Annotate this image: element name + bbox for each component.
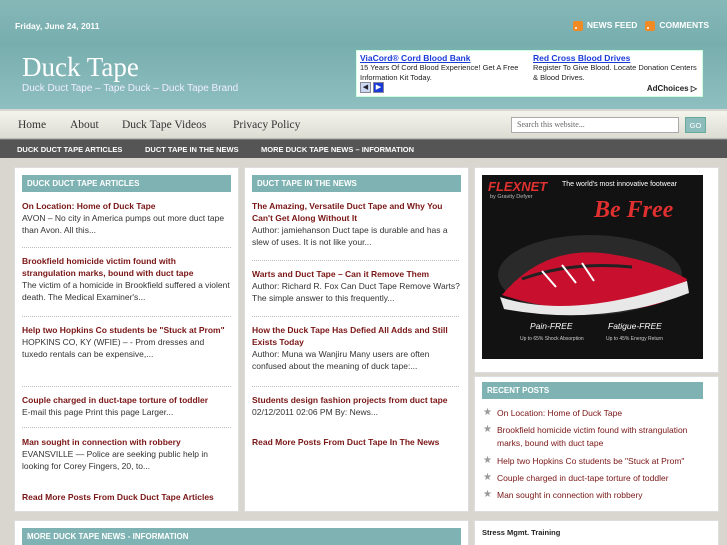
divider [22, 247, 231, 248]
divider [22, 386, 231, 387]
shoe-ad-be-free: Be Free [594, 197, 674, 223]
more-news-heading: MORE DUCK TAPE NEWS - INFORMATION [22, 528, 461, 545]
recent-post-item[interactable]: ★ Help two Hopkins Co students be "Stuck … [483, 455, 705, 468]
article-item: Couple charged in duct-tape torture of t… [22, 394, 232, 418]
article-excerpt: HOPKINS CO, KY (WFIE) – - Prom dresses a… [22, 337, 205, 359]
ad-unit: ViaCord® Cord Blood Bank 15 Years Of Cor… [356, 50, 703, 97]
news-item: How the Duck Tape Has Defied All Adds an… [252, 324, 462, 372]
recent-post-item[interactable]: ★ Man sought in connection with robbery [483, 489, 705, 502]
news-excerpt: Author: Muna wa Wanjiru Many users are o… [252, 349, 430, 371]
recent-post-item[interactable]: ★ On Location: Home of Duck Tape [483, 407, 705, 420]
recent-post-item[interactable]: ★ Brookfield homicide victim found with s… [483, 424, 705, 450]
nav-duck-tape-videos[interactable]: Duck Tape Videos [122, 119, 206, 131]
news-excerpt: 02/12/2011 02:06 PM By: News... [252, 407, 378, 417]
ad-item[interactable]: Red Cross Blood Drives Register To Give … [533, 53, 701, 83]
ad-text: 15 Years Of Cord Blood Experience! Get A… [360, 63, 519, 82]
date-label: Friday, June 24, 2011 [15, 21, 100, 31]
news-title[interactable]: The Amazing, Versatile Duct Tape and Why… [252, 200, 462, 224]
star-icon: ★ [483, 424, 492, 435]
article-title[interactable]: Help two Hopkins Co students be "Stuck a… [22, 324, 232, 336]
news-feed-label: NEWS FEED [586, 20, 638, 30]
news-title[interactable]: Students design fashion projects from du… [252, 394, 462, 406]
feed-links: NEWS FEED COMMENTS [572, 20, 709, 31]
ad-text: Register To Give Blood. Locate Donation … [533, 63, 697, 82]
shoe-ad-pain: Pain-FREE [530, 321, 573, 331]
read-more-articles-link[interactable]: Read More Posts From Duck Duct Tape Arti… [22, 492, 214, 502]
shoe-ad-brand: FLEXNET [488, 179, 548, 194]
article-item: On Location: Home of Duck Tape AVON – No… [22, 200, 232, 236]
sub-nav: DUCK DUCT TAPE ARTICLES DUCT TAPE IN THE… [0, 139, 727, 158]
divider [22, 316, 231, 317]
stress-training-title[interactable]: Stress Mgmt. Training [482, 528, 703, 537]
article-item: Man sought in connection with robbery EV… [22, 436, 232, 472]
shoe-ad-headline: The world's most innovative footwear [562, 181, 677, 188]
news-excerpt: Author: Richard R. Fox Can Duct Tape Rem… [252, 281, 460, 303]
nav-about[interactable]: About [70, 119, 99, 131]
recent-posts-heading: RECENT POSTS [482, 382, 703, 399]
divider [252, 316, 459, 317]
adchoices-link[interactable]: AdChoices ▷ [647, 84, 697, 93]
shoe-ad-fatigue-sub: Up to 45% Energy Return [606, 336, 663, 342]
recent-post-link[interactable]: On Location: Home of Duck Tape [497, 408, 622, 418]
ad-next-arrow-icon[interactable]: ▶ [373, 82, 384, 93]
article-title[interactable]: Brookfield homicide victim found with st… [22, 255, 232, 279]
news-title[interactable]: Warts and Duct Tape – Can it Remove Them [252, 268, 462, 280]
subnav-more-duck-tape-news[interactable]: MORE DUCK TAPE NEWS – INFORMATION [261, 145, 414, 154]
rss-icon [572, 20, 583, 31]
article-item: Help two Hopkins Co students be "Stuck a… [22, 324, 232, 360]
article-item: Brookfield homicide victim found with st… [22, 255, 232, 303]
star-icon: ★ [483, 489, 492, 500]
recent-post-link[interactable]: Brookfield homicide victim found with st… [497, 425, 687, 448]
recent-post-link[interactable]: Man sought in connection with robbery [497, 490, 643, 500]
shoe-ad-brand-sub: by Gravity Defyer [490, 194, 533, 200]
search-go-button[interactable]: GO [685, 117, 706, 133]
shoe-ad-fatigue: Fatigue-FREE [608, 321, 662, 331]
comments-feed-link[interactable]: COMMENTS [645, 20, 709, 31]
recent-post-link[interactable]: Help two Hopkins Co students be "Stuck a… [497, 456, 684, 466]
search-input[interactable]: Search this website... [511, 117, 679, 133]
news-feed-link[interactable]: NEWS FEED [572, 20, 638, 31]
read-more-news-link[interactable]: Read More Posts From Duct Tape In The Ne… [252, 437, 439, 447]
ad-navigation: ◀ ▶ [360, 82, 384, 93]
star-icon: ★ [483, 407, 492, 418]
news-item: The Amazing, Versatile Duct Tape and Why… [252, 200, 462, 248]
star-icon: ★ [483, 472, 492, 483]
star-icon: ★ [483, 455, 492, 466]
news-item: Warts and Duct Tape – Can it Remove Them… [252, 268, 462, 304]
article-title[interactable]: Man sought in connection with robbery [22, 436, 232, 448]
article-title[interactable]: Couple charged in duct-tape torture of t… [22, 394, 232, 406]
news-heading: DUCT TAPE IN THE NEWS [252, 175, 461, 192]
divider [22, 427, 231, 428]
article-title[interactable]: On Location: Home of Duck Tape [22, 200, 232, 212]
recent-post-item[interactable]: ★ Couple charged in duct-tape torture of … [483, 472, 705, 485]
article-excerpt: EVANSVILLE — Police are seeking public h… [22, 449, 208, 471]
ad-title[interactable]: Red Cross Blood Drives [533, 53, 701, 63]
divider [252, 260, 459, 261]
rss-icon [645, 20, 656, 31]
news-excerpt: Author: jamiehanson Duct tape is durable… [252, 225, 448, 247]
site-tagline: Duck Duct Tape – Tape Duck – Duck Tape B… [22, 83, 239, 94]
news-item: Students design fashion projects from du… [252, 394, 462, 418]
articles-heading: DUCK DUCT TAPE ARTICLES [22, 175, 231, 192]
article-excerpt: The victim of a homicide in Brookfield s… [22, 280, 230, 302]
divider [252, 386, 459, 387]
ad-title[interactable]: ViaCord® Cord Blood Bank [360, 53, 528, 63]
nav-home[interactable]: Home [18, 119, 46, 131]
article-excerpt: AVON – No city in America pumps out more… [22, 213, 225, 235]
site-title[interactable]: Duck Tape [22, 52, 139, 83]
ad-item[interactable]: ViaCord® Cord Blood Bank 15 Years Of Cor… [360, 53, 528, 83]
news-title[interactable]: How the Duck Tape Has Defied All Adds an… [252, 324, 462, 348]
comments-feed-label: COMMENTS [659, 20, 709, 30]
nav-privacy-policy[interactable]: Privacy Policy [233, 119, 300, 131]
top-bar: Friday, June 24, 2011 NEWS FEED COMMENTS [0, 0, 727, 44]
shoe-banner-ad[interactable]: FLEXNET by Gravity Defyer The world's mo… [482, 175, 703, 359]
article-excerpt: E-mail this page Print this page Larger.… [22, 407, 174, 417]
shoe-ad-pain-sub: Up to 65% Shock Absorption [520, 336, 584, 342]
recent-post-link[interactable]: Couple charged in duct-tape torture of t… [497, 473, 669, 483]
ad-prev-arrow-icon[interactable]: ◀ [360, 82, 371, 93]
subnav-duct-tape-in-the-news[interactable]: DUCT TAPE IN THE NEWS [145, 145, 239, 154]
subnav-duck-duct-tape-articles[interactable]: DUCK DUCT TAPE ARTICLES [17, 145, 122, 154]
